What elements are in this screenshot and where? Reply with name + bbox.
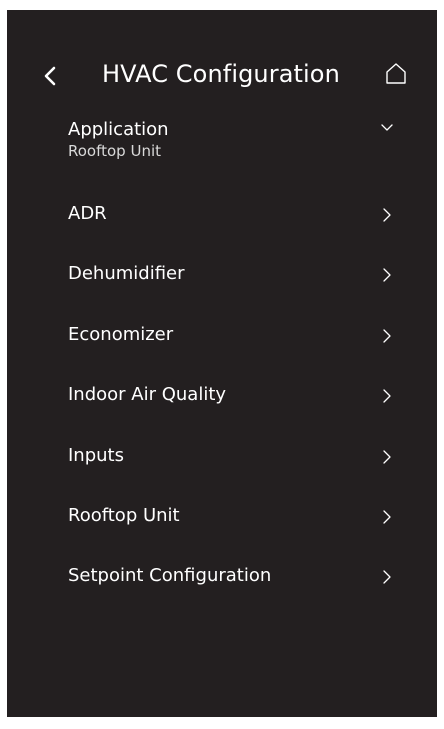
menu-item-label: Rooftop Unit [68,505,180,526]
menu-item-adr[interactable]: ADR [7,202,437,252]
menu-item-indoor-air-quality[interactable]: Indoor Air Quality [7,383,437,433]
chevron-right-icon [383,208,391,222]
home-button[interactable] [383,60,409,88]
menu-item-application[interactable]: Application Rooftop Unit [7,118,437,168]
menu-item-label: Economizer [68,324,174,345]
home-icon [386,63,406,84]
menu-item-label: Application [68,119,169,140]
hvac-configuration-screen: HVAC Configuration Application Rooftop U… [7,10,437,717]
menu-item-label: Dehumidifier [68,263,185,284]
header: HVAC Configuration [7,56,437,96]
menu-item-label: Inputs [68,445,124,466]
menu-item-label: Setpoint Configuration [68,565,272,586]
chevron-right-icon [383,329,391,343]
menu-item-setpoint-configuration[interactable]: Setpoint Configuration [7,564,437,614]
menu-item-rooftop-unit[interactable]: Rooftop Unit [7,504,437,554]
menu-item-value: Rooftop Unit [68,142,162,160]
chevron-right-icon [383,510,391,524]
menu-item-dehumidifier[interactable]: Dehumidifier [7,262,437,312]
menu-item-label: Indoor Air Quality [68,384,227,405]
menu-item-label: ADR [68,203,107,224]
chevron-right-icon [383,268,391,282]
chevron-right-icon [383,570,391,584]
chevron-left-icon [44,66,56,86]
chevron-right-icon [383,450,391,464]
page-title: HVAC Configuration [102,60,340,88]
chevron-down-icon [381,124,393,131]
menu-item-economizer[interactable]: Economizer [7,323,437,373]
menu-item-inputs[interactable]: Inputs [7,444,437,494]
back-button[interactable] [37,62,65,90]
chevron-right-icon [383,389,391,403]
